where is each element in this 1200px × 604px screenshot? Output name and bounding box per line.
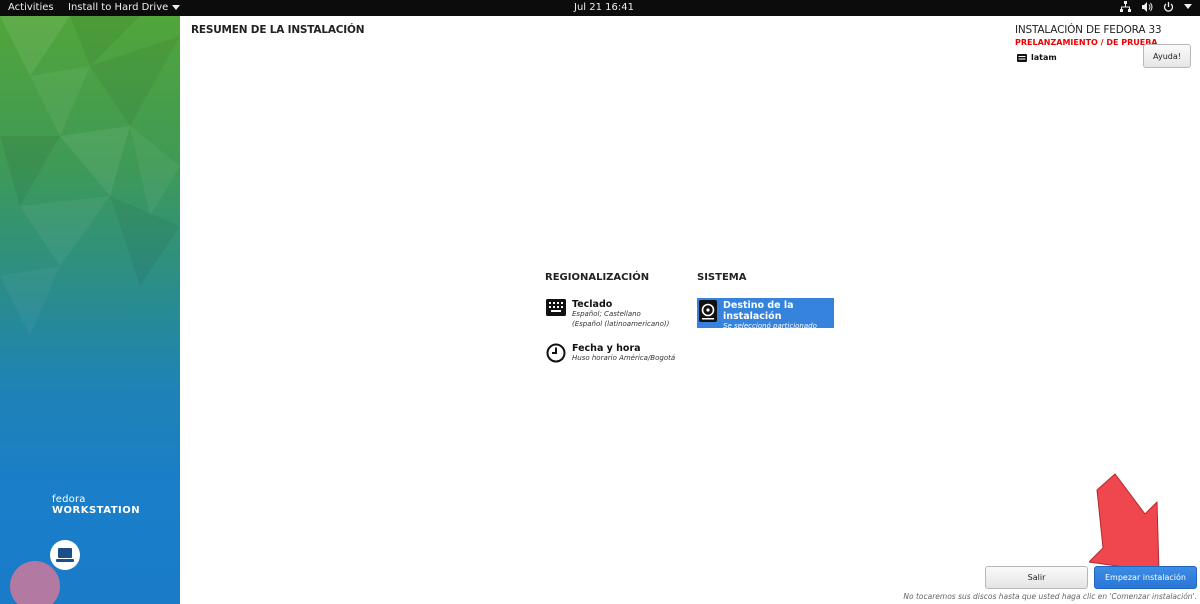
clock[interactable]: Jul 21 16:41: [574, 2, 634, 13]
brand-name: fedora: [52, 494, 86, 505]
datetime-spoke-title: Fecha y hora: [572, 343, 641, 354]
brand-edition: WORKSTATION: [52, 505, 141, 516]
system-menu[interactable]: [1120, 1, 1192, 13]
activities-button[interactable]: Activities: [8, 2, 54, 13]
prerelease-warning: PRELANZAMIENTO / DE PRUEBA: [1015, 38, 1158, 47]
workstation-badge: [50, 540, 80, 570]
watermark: [10, 561, 60, 604]
clock-icon: [546, 343, 566, 363]
app-menu[interactable]: Install to Hard Drive: [68, 2, 181, 13]
fedora-logo: fedora WORKSTATION: [52, 494, 140, 516]
localization-heading: REGIONALIZACIÓN: [545, 272, 650, 283]
footer-note: No tocaremos sus discos hasta que usted …: [903, 592, 1197, 601]
product-title: INSTALACIÓN DE FEDORA 33: [1015, 24, 1162, 36]
red-arrow-annotation: [1089, 473, 1160, 573]
help-button[interactable]: Ayuda!: [1143, 44, 1191, 68]
top-bar: Activities Install to Hard Drive Jul 21 …: [0, 0, 1200, 16]
chevron-down-icon: [1184, 4, 1192, 9]
laptop-icon: [56, 548, 74, 562]
installation-summary: RESUMEN DE LA INSTALACIÓN INSTALACIÓN DE…: [181, 16, 1200, 604]
install-destination-spoke[interactable]: Destino de la instalación Se seleccionó …: [697, 298, 834, 340]
install-destination-status-2: personalizado: [723, 331, 772, 340]
disk-icon: [699, 300, 717, 322]
keyboard-layout-indicator[interactable]: latam: [1017, 53, 1057, 62]
page-title: RESUMEN DE LA INSTALACIÓN: [191, 24, 365, 36]
begin-installation-button[interactable]: Empezar instalación: [1094, 566, 1197, 589]
keyboard-icon: [1017, 53, 1027, 62]
datetime-spoke[interactable]: Fecha y hora Huso horario América/Bogotá: [546, 343, 675, 364]
install-destination-title: Destino de la instalación: [723, 300, 794, 322]
datetime-spoke-status: Huso horario América/Bogotá: [572, 354, 676, 362]
keyboard-spoke[interactable]: Teclado Español; Castellano (Español (la…: [546, 299, 669, 329]
keyboard-icon: [546, 299, 566, 316]
sidebar: fedora WORKSTATION: [0, 16, 180, 604]
network-icon: [1120, 1, 1131, 12]
quit-button[interactable]: Salir: [985, 566, 1088, 589]
power-icon: [1163, 2, 1174, 12]
keyboard-layout-label: latam: [1031, 53, 1057, 62]
keyboard-spoke-title: Teclado: [572, 299, 613, 310]
keyboard-spoke-status-2: (Español (latinoamericano)): [572, 319, 670, 328]
app-menu-label: Install to Hard Drive: [68, 2, 169, 13]
install-destination-status: Se seleccionó particionado: [723, 322, 817, 330]
chevron-down-icon: [172, 4, 181, 10]
volume-icon: [1142, 2, 1153, 12]
system-heading: SISTEMA: [697, 272, 747, 283]
keyboard-spoke-status: Español; Castellano: [572, 310, 641, 318]
